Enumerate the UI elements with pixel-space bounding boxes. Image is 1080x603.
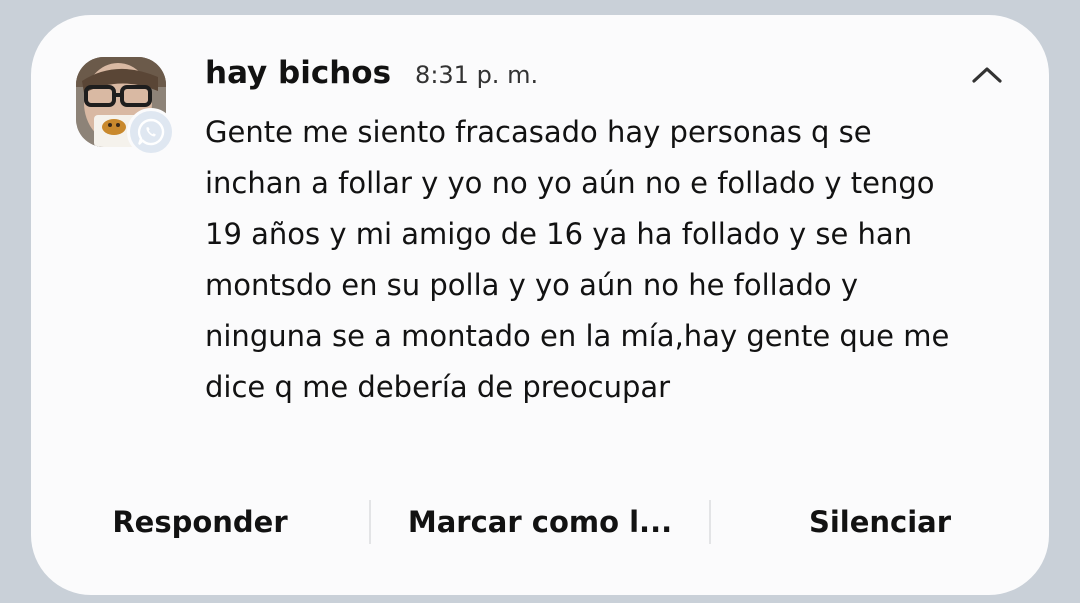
- whatsapp-icon: [127, 108, 175, 156]
- sender-name: hay bichos: [205, 55, 392, 91]
- timestamp: 8:31 p. m.: [415, 61, 539, 89]
- mark-as-read-button[interactable]: Marcar como l...: [371, 505, 709, 539]
- action-bar: Responder Marcar como l... Silenciar: [31, 495, 1049, 549]
- chevron-up-icon[interactable]: [969, 63, 1005, 87]
- mute-button[interactable]: Silenciar: [711, 505, 1049, 539]
- notification-card[interactable]: hay bichos 8:31 p. m. Gente me siento fr…: [31, 15, 1049, 595]
- message-text: Gente me siento fracasado hay personas q…: [205, 115, 950, 404]
- sender-avatar-group: [76, 57, 175, 156]
- reply-button[interactable]: Responder: [31, 505, 369, 539]
- notification-header: hay bichos 8:31 p. m.: [205, 55, 538, 95]
